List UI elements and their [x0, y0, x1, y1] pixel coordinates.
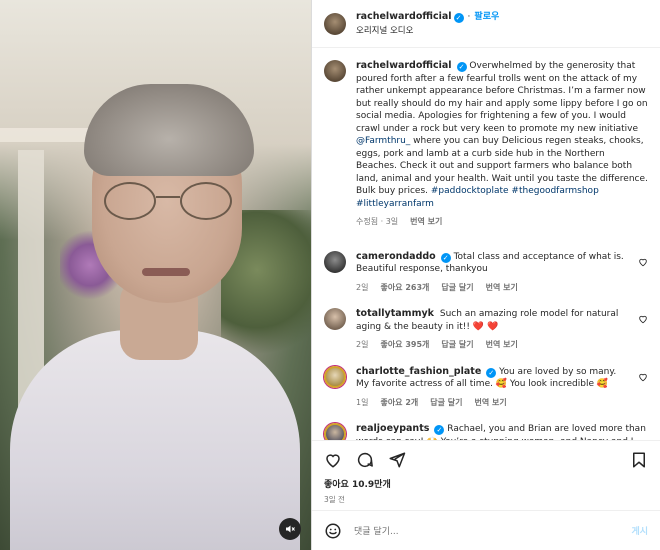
comment-translate-link[interactable]: 번역 보기 [486, 339, 518, 352]
comment-reply-link[interactable]: 답글 달기 [441, 282, 473, 295]
caption-edited-age: 수정됨 · 3일 [356, 217, 399, 226]
comment-age: 1일 [356, 397, 369, 407]
verified-badge-icon: ✓ [434, 425, 445, 435]
commenter-username[interactable]: realjoeypants [356, 423, 429, 434]
comment-emoji: ❤️ ❤️ [472, 321, 499, 332]
audio-label[interactable]: 오리지널 오디오 [356, 24, 499, 38]
comment-item: realjoeypants ✓ Rachael, you and Brian ar… [324, 423, 648, 440]
commenter-username[interactable]: charlotte_fashion_plate [356, 366, 481, 377]
post-modal: rachelwardofficial ✓ · 팔로우 오리지널 오디오 rachelw… [0, 0, 660, 550]
comment-translate-link[interactable]: 번역 보기 [486, 282, 518, 295]
comment-composer: 댓글 달기... 게시 [312, 510, 660, 550]
comment-likes[interactable]: 좋아요 2개 [380, 397, 418, 410]
comment-reply-link[interactable]: 답글 달기 [430, 397, 462, 410]
commenter-avatar[interactable] [324, 250, 346, 273]
post-comment-button[interactable]: 게시 [631, 524, 648, 537]
comment-input[interactable]: 댓글 달기... [354, 524, 631, 537]
video-player[interactable] [0, 0, 311, 550]
comment-age: 2일 [356, 340, 369, 349]
comment-item: camerondaddo ✓ Total class and acceptance… [324, 250, 648, 295]
verified-badge-icon: ✓ [440, 252, 451, 263]
comment-like-heart-icon[interactable] [638, 372, 648, 382]
caption-username[interactable]: rachelwardofficial [356, 60, 452, 71]
comments-scroll[interactable]: rachelwardofficial ✓ Overwhelmed by the g… [312, 48, 660, 440]
comment-icon[interactable] [356, 451, 374, 469]
post-caption: rachelwardofficial ✓ Overwhelmed by the g… [324, 60, 648, 229]
commenter-avatar[interactable] [324, 423, 346, 440]
caption-text: Overwhelmed by the generosity that poure… [356, 61, 648, 134]
verified-badge-icon: ✓ [456, 62, 467, 72]
comment-item: totallytammyk Such an amazing role model… [324, 308, 648, 352]
comment-like-heart-icon[interactable] [638, 257, 648, 267]
comment-item: charlotte_fashion_plate ✓ You are loved b… [324, 365, 648, 410]
caption-mention-link[interactable]: @Farmthru_ [356, 136, 410, 146]
mute-icon [286, 525, 295, 533]
follow-button[interactable]: 팔로우 [474, 12, 499, 22]
separator-dot: · [467, 11, 471, 22]
post-age: 3일 전 [324, 495, 345, 504]
comment-like-heart-icon[interactable] [638, 314, 648, 324]
commenter-username[interactable]: totallytammyk [356, 308, 434, 319]
video-person-mouth [142, 268, 190, 276]
emoji-icon[interactable] [324, 522, 342, 540]
heart-icon[interactable] [324, 451, 342, 469]
comment-likes[interactable]: 좋아요 395개 [380, 339, 429, 352]
comment-reply-link[interactable]: 답글 달기 [441, 339, 473, 352]
comment-translate-link[interactable]: 번역 보기 [474, 397, 506, 410]
commenter-avatar[interactable] [324, 308, 346, 330]
verified-badge-icon: ✓ [453, 12, 464, 23]
post-side-panel: rachelwardofficial ✓ · 팔로우 오리지널 오디오 rachelw… [311, 0, 660, 550]
commenter-avatar[interactable] [324, 365, 346, 388]
comment-likes[interactable]: 좋아요 263개 [380, 282, 429, 295]
caption-translate-link[interactable]: 번역 보기 [410, 216, 442, 229]
share-icon[interactable] [388, 451, 406, 469]
author-username[interactable]: rachelwardofficial [356, 11, 452, 22]
bookmark-icon[interactable] [630, 451, 648, 469]
post-header: rachelwardofficial ✓ · 팔로우 오리지널 오디오 [312, 0, 660, 48]
post-actions: 좋아요 10.9만개 3일 전 [312, 440, 660, 510]
comment-age: 2일 [356, 282, 369, 292]
video-person-shirt [10, 330, 300, 550]
mute-button[interactable] [279, 518, 301, 540]
author-avatar[interactable] [324, 12, 346, 35]
author-avatar[interactable] [324, 60, 346, 82]
verified-badge-icon: ✓ [486, 367, 497, 378]
commenter-username[interactable]: camerondaddo [356, 251, 436, 262]
video-person-glasses [104, 182, 234, 222]
video-person-hair [84, 84, 254, 176]
post-likes-count[interactable]: 좋아요 10.9만개 [324, 477, 648, 490]
